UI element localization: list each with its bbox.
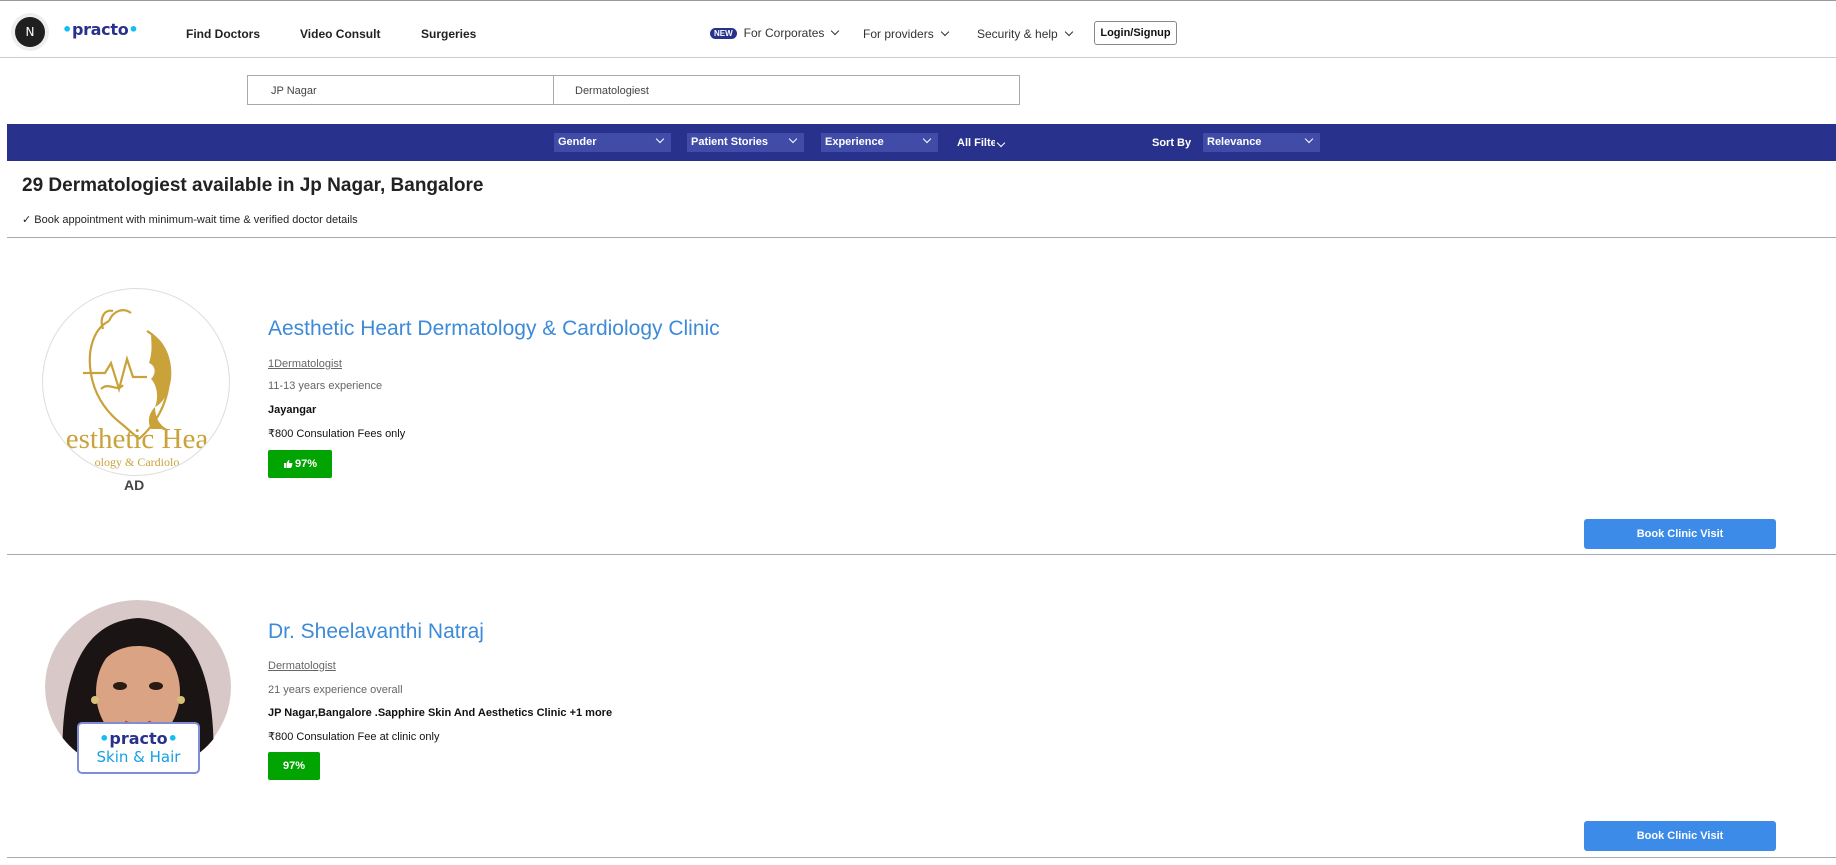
thumbs-up-icon [283, 460, 293, 468]
patient-stories-filter-select[interactable]: Patient Stories [687, 133, 804, 152]
doctor-specialty-link[interactable]: Dermatologist [268, 660, 336, 672]
clinic-logo-subtext: ology & Cardiolo [94, 455, 180, 469]
all-filters-label: All Filters [957, 137, 995, 149]
nav-security-help-label: Security & help [977, 27, 1058, 41]
patient-stories-filter-label: Patient Stories [691, 136, 769, 148]
nav-security-help[interactable]: Security & help [977, 27, 1073, 41]
practo-skin-hair-badge: •practo• Skin & Hair [77, 722, 200, 774]
nav-find-doctors[interactable]: Find Doctors [186, 27, 260, 41]
rating-badge[interactable]: 97% [268, 752, 320, 780]
sort-by-label: Sort By [1152, 137, 1192, 149]
chevron-down-icon [940, 27, 949, 37]
nav-for-corporates[interactable]: NEW For Corporates [710, 26, 840, 40]
sort-by-value: Relevance [1207, 136, 1262, 148]
nav-video-consult[interactable]: Video Consult [300, 27, 380, 41]
divider [7, 237, 1836, 238]
book-clinic-visit-button[interactable]: Book Clinic Visit [1584, 821, 1776, 851]
new-badge: NEW [710, 27, 737, 39]
sort-by-select[interactable]: Relevance [1203, 133, 1320, 152]
clinic-logo-text: esthetic Hea [65, 423, 209, 455]
doctor-specialty-link[interactable]: 1Dermatologist [268, 358, 342, 370]
rating-badge[interactable]: 97% [268, 450, 332, 478]
nav-for-corporates-label: For Corporates [743, 26, 825, 40]
chevron-down-icon [996, 138, 1006, 148]
nav-for-providers-label: For providers [863, 27, 934, 41]
practo-badge-logo: •practo• [99, 729, 178, 748]
user-avatar-icon[interactable]: N [15, 17, 45, 47]
skin-hair-label: Skin & Hair [96, 748, 181, 766]
practo-logo[interactable]: •practo• [62, 20, 139, 39]
experience-filter-select[interactable]: Experience [821, 133, 938, 152]
nav-for-providers[interactable]: For providers [863, 27, 949, 41]
divider [7, 554, 1836, 555]
doctor-experience: 21 years experience overall [268, 684, 403, 696]
specialty-search-input[interactable]: Dermatologiest [553, 75, 1020, 105]
doctor-experience: 11-13 years experience [268, 380, 383, 392]
doctor-location: Jayangar [268, 404, 317, 416]
results-count-title: 29 Dermatologiest available in Jp Nagar,… [22, 175, 484, 196]
gender-filter-label: Gender [558, 136, 597, 148]
chevron-down-icon [1064, 27, 1073, 37]
chevron-down-icon [831, 26, 840, 36]
verified-info-text: ✓ Book appointment with minimum-wait tim… [22, 214, 358, 226]
doctor-name-link[interactable]: Aesthetic Heart Dermatology & Cardiology… [268, 317, 720, 341]
doctor-name-link[interactable]: Dr. Sheelavanthi Natraj [268, 620, 484, 644]
location-search-input[interactable]: JP Nagar [247, 75, 554, 105]
rating-percent: 97% [282, 760, 306, 772]
clinic-logo-image: esthetic Hea ology & Cardiolo [42, 288, 230, 476]
book-clinic-visit-button[interactable]: Book Clinic Visit [1584, 519, 1776, 549]
consultation-fee: ₹800 Consulation Fees only [268, 428, 406, 440]
nav-surgeries[interactable]: Surgeries [421, 27, 476, 41]
gender-filter-select[interactable]: Gender [554, 133, 671, 152]
rating-percent: 97% [294, 458, 318, 470]
chevron-down-icon [1304, 134, 1314, 144]
chevron-down-icon [922, 134, 932, 144]
consultation-fee: ₹800 Consulation Fee at clinic only [268, 731, 440, 743]
chevron-down-icon [788, 134, 798, 144]
ad-label: AD [124, 477, 145, 493]
all-filters-dropdown[interactable]: All Filters [957, 137, 1011, 149]
divider [7, 857, 1836, 858]
site-header: N •practo• Find Doctors Video Consult Su… [0, 1, 1836, 58]
doctor-location[interactable]: JP Nagar,Bangalore .Sapphire Skin And Ae… [268, 707, 612, 719]
filter-bar: Gender Patient Stories Experience All Fi… [7, 124, 1836, 161]
experience-filter-label: Experience [825, 136, 884, 148]
login-signup-button[interactable]: Login/Signup [1094, 21, 1177, 45]
chevron-down-icon [655, 134, 665, 144]
